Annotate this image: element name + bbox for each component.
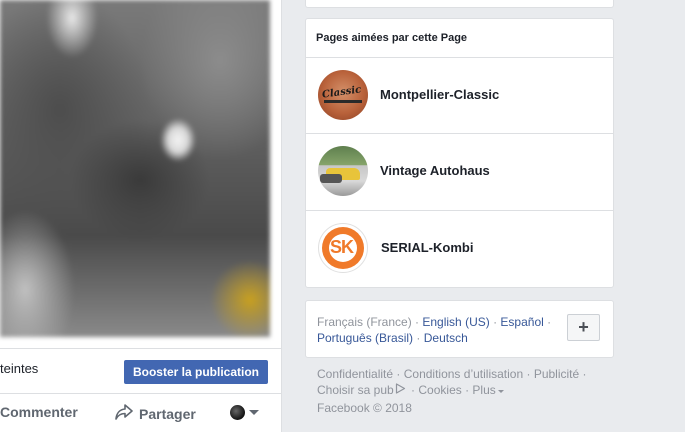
footer-link-ad-choices[interactable]: Choisir sa pub [317, 383, 394, 397]
footer-link-ads[interactable]: Publicité [534, 367, 579, 381]
post-as-selector[interactable] [230, 405, 259, 420]
language-link-espanol[interactable]: Español [500, 315, 543, 329]
page-avatar[interactable]: Classic [318, 70, 368, 120]
chevron-down-icon [497, 389, 504, 393]
footer-link-cookies[interactable]: Cookies [418, 383, 461, 397]
footer-link-more[interactable]: Plus [472, 383, 504, 398]
language-link-portugues[interactable]: Português (Brasil) [317, 331, 413, 345]
liked-pages-title: Pages aimées par cette Page [316, 32, 468, 44]
page-name-link[interactable]: SERIAL-Kombi [381, 240, 473, 255]
liked-pages-card: Pages aimées par cette Page Classic Mont… [305, 18, 614, 288]
ad-choices-icon [395, 382, 406, 398]
post-photo[interactable] [0, 0, 270, 337]
page-name-link[interactable]: Montpellier-Classic [380, 87, 499, 102]
language-link-deutsch[interactable]: Deutsch [424, 331, 468, 345]
post-reach-text: teintes [0, 361, 39, 376]
comment-label: Commenter [0, 404, 78, 420]
footer-more-label: Plus [472, 383, 496, 398]
page-avatar[interactable]: SK [318, 223, 368, 273]
boost-post-button[interactable]: Booster la publication [124, 360, 268, 384]
more-languages-button[interactable]: + [567, 314, 600, 341]
liked-page-item[interactable]: Vintage Autohaus [306, 134, 613, 211]
current-language: Français (France) [317, 315, 412, 329]
avatar [230, 405, 245, 420]
footer-link-privacy[interactable]: Confidentialité [317, 367, 393, 381]
chevron-down-icon [249, 410, 259, 415]
share-icon [115, 404, 133, 423]
share-label: Partager [139, 405, 196, 422]
footer-links: Confidentialité · Conditions d’utilisati… [317, 367, 587, 415]
post-card: teintes Booster la publication Commenter… [0, 0, 282, 432]
divider [0, 348, 281, 349]
page-name-link[interactable]: Vintage Autohaus [380, 163, 490, 178]
footer-link-terms[interactable]: Conditions d’utilisation [404, 367, 523, 381]
comment-button[interactable]: Commenter [0, 404, 78, 420]
share-button[interactable]: Partager [115, 404, 196, 423]
language-link-english[interactable]: English (US) [422, 315, 489, 329]
page-logo-text: Classic [321, 84, 362, 101]
language-list: Français (France) · English (US) · Españ… [317, 315, 552, 345]
language-selector-card: Français (France) · English (US) · Españ… [305, 300, 614, 358]
liked-page-item[interactable]: SK SERIAL-Kombi [306, 211, 613, 287]
sidebar-card-top [305, 0, 614, 8]
page-logo-text: SK [330, 237, 354, 257]
liked-page-item[interactable]: Classic Montpellier-Classic [306, 58, 613, 134]
copyright: Facebook © 2018 [317, 401, 412, 415]
divider [0, 393, 281, 394]
page-avatar[interactable] [318, 146, 368, 196]
